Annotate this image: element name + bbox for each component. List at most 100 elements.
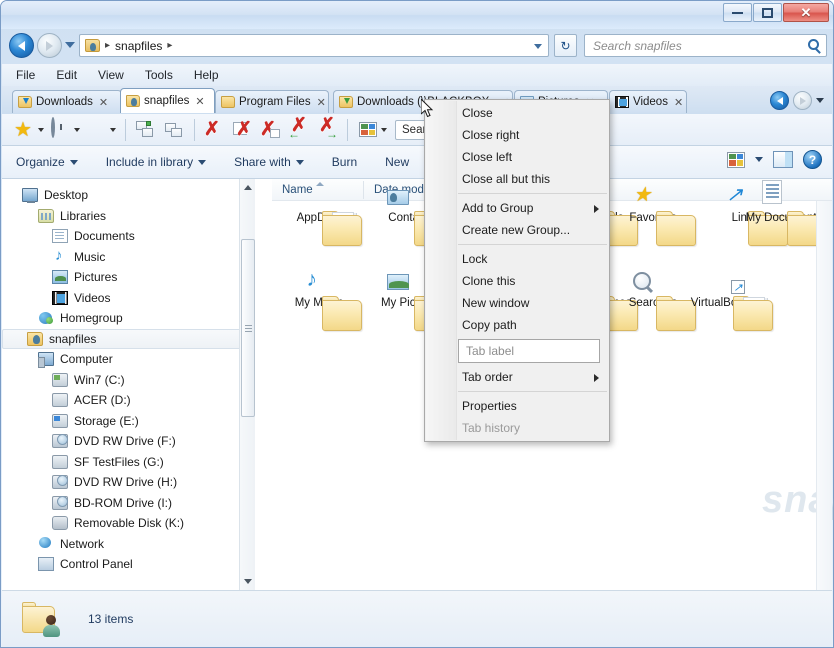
column-header-name[interactable]: Name bbox=[272, 180, 364, 199]
chevron-down-icon[interactable] bbox=[755, 157, 763, 162]
sidebar-item-homegroup[interactable]: Homegroup bbox=[14, 308, 255, 329]
close-right-tabs-button[interactable]: ✗ → bbox=[314, 115, 340, 141]
share-with-button[interactable]: Share with bbox=[234, 155, 304, 169]
maximize-button[interactable] bbox=[753, 3, 782, 22]
menu-item-close-right[interactable]: Close right bbox=[425, 124, 609, 146]
breadcrumb-separator-2[interactable]: ▸ bbox=[167, 40, 172, 51]
menu-item-close-left[interactable]: Close left bbox=[425, 146, 609, 168]
menu-edit[interactable]: Edit bbox=[56, 68, 77, 82]
menu-item-tab-order[interactable]: Tab order bbox=[425, 366, 609, 388]
preview-pane-icon[interactable] bbox=[773, 151, 793, 168]
scroll-down-arrow-icon[interactable] bbox=[240, 573, 255, 590]
back-button[interactable] bbox=[9, 33, 34, 58]
clone-tab-button[interactable] bbox=[161, 119, 187, 141]
minimize-button[interactable] bbox=[723, 3, 752, 22]
sidebar-item-dvd-rw-f[interactable]: DVD RW Drive (F:) bbox=[14, 431, 255, 452]
menu-item-copy-path[interactable]: Copy path bbox=[425, 314, 609, 336]
menu-item-new-window[interactable]: New window bbox=[425, 292, 609, 314]
file-pane-scrollbar[interactable] bbox=[816, 201, 832, 590]
menu-item-add-to-group[interactable]: Add to Group bbox=[425, 197, 609, 219]
sidebar-item-music[interactable]: Music bbox=[14, 247, 255, 268]
menu-view[interactable]: View bbox=[98, 68, 124, 82]
menu-tools[interactable]: Tools bbox=[145, 68, 173, 82]
chevron-down-icon[interactable] bbox=[110, 127, 116, 132]
menu-file[interactable]: File bbox=[16, 68, 35, 82]
sidebar-item-bd-rom-i[interactable]: BD-ROM Drive (I:) bbox=[14, 493, 255, 514]
organize-button[interactable]: Organize bbox=[16, 155, 78, 169]
tab-close-icon[interactable]: ✕ bbox=[195, 95, 204, 108]
chevron-down-icon[interactable] bbox=[381, 127, 387, 132]
favorites-button[interactable]: ★ bbox=[12, 119, 46, 141]
tab-label-input[interactable]: Tab label bbox=[458, 339, 600, 363]
sidebar-item-pictures[interactable]: Pictures bbox=[14, 267, 255, 288]
sidebar-item-computer[interactable]: Computer bbox=[14, 349, 255, 370]
refresh-button[interactable]: ↻ bbox=[554, 34, 577, 57]
menu-item-clone-this[interactable]: Clone this bbox=[425, 270, 609, 292]
close-left-tabs-button[interactable]: ✗ ← bbox=[286, 115, 312, 141]
sidebar-scrollbar[interactable] bbox=[239, 179, 255, 590]
tab-downloads[interactable]: Downloads ✕ bbox=[12, 90, 122, 113]
close-tab-button[interactable]: ✗ bbox=[202, 119, 228, 141]
hard-drive-icon bbox=[52, 372, 68, 387]
tab-close-icon[interactable]: ✕ bbox=[317, 96, 326, 109]
sidebar-item-removable-disk-k[interactable]: Removable Disk (K:) bbox=[14, 513, 255, 534]
help-icon[interactable]: ? bbox=[803, 150, 822, 169]
file-item-virtualbox-vms[interactable]: ↗ VirtualBox VMs bbox=[684, 280, 776, 331]
tab-close-icon[interactable]: ✕ bbox=[674, 96, 683, 109]
tab-list-chevron-icon[interactable] bbox=[816, 98, 824, 103]
burn-button[interactable]: Burn bbox=[332, 155, 357, 169]
forward-button[interactable] bbox=[37, 33, 62, 58]
sidebar-item-videos[interactable]: Videos bbox=[14, 288, 255, 309]
address-dropdown-icon[interactable] bbox=[534, 44, 542, 49]
scrollbar-thumb[interactable] bbox=[241, 239, 255, 417]
sidebar-item-acer-d[interactable]: ACER (D:) bbox=[14, 390, 255, 411]
close-other-tabs-button[interactable]: ✗ bbox=[258, 119, 284, 141]
recent-locations-chevron-icon[interactable] bbox=[65, 42, 75, 48]
sidebar-item-win7-c[interactable]: Win7 (C:) bbox=[14, 370, 255, 391]
change-view-icon[interactable] bbox=[727, 151, 745, 168]
chevron-down-icon[interactable] bbox=[38, 127, 44, 132]
sidebar-item-desktop[interactable]: Desktop bbox=[14, 185, 255, 206]
tab-snapfiles[interactable]: snapfiles ✕ bbox=[120, 88, 215, 113]
file-item-appdata[interactable]: AppData bbox=[273, 209, 365, 246]
new-tab-button[interactable] bbox=[133, 119, 159, 141]
tab-videos[interactable]: Videos ✕ bbox=[609, 90, 687, 113]
history-button[interactable] bbox=[48, 116, 82, 141]
menu-item-properties[interactable]: Properties bbox=[425, 395, 609, 417]
share-with-label: Share with bbox=[234, 155, 291, 169]
sidebar-item-documents[interactable]: Documents bbox=[14, 226, 255, 247]
menu-item-close[interactable]: Close bbox=[425, 102, 609, 124]
windows-menu-button[interactable] bbox=[84, 119, 118, 141]
file-item-my-music[interactable]: ♪ My Music bbox=[273, 269, 365, 331]
menu-help[interactable]: Help bbox=[194, 68, 219, 82]
sidebar-item-storage-e[interactable]: Storage (E:) bbox=[14, 411, 255, 432]
include-in-library-button[interactable]: Include in library bbox=[106, 155, 207, 169]
sidebar-item-sf-testfiles-g[interactable]: SF TestFiles (G:) bbox=[14, 452, 255, 473]
close-button[interactable]: ✕ bbox=[783, 3, 829, 22]
breadcrumb-snapfiles[interactable]: snapfiles bbox=[115, 39, 162, 53]
sidebar-item-dvd-rw-h[interactable]: DVD RW Drive (H:) bbox=[14, 472, 255, 493]
sidebar-item-snapfiles[interactable]: snapfiles bbox=[2, 328, 252, 349]
new-folder-button[interactable]: New bbox=[385, 155, 409, 169]
sidebar-item-control-panel[interactable]: Control Panel bbox=[14, 554, 255, 575]
search-input[interactable]: Search snapfiles bbox=[593, 39, 682, 53]
sidebar-item-libraries[interactable]: Libraries bbox=[14, 206, 255, 227]
sidebar-item-network[interactable]: Network bbox=[14, 534, 255, 555]
drive-storage-icon bbox=[52, 413, 68, 428]
command-bar: Organize Include in library Share with B… bbox=[2, 146, 832, 179]
file-item-favorites[interactable]: ★ Favorites bbox=[607, 185, 699, 246]
tab-program-files[interactable]: Program Files ✕ bbox=[215, 90, 329, 113]
menu-item-lock[interactable]: Lock bbox=[425, 248, 609, 270]
scroll-up-arrow-icon[interactable] bbox=[240, 179, 255, 196]
search-box[interactable]: Search snapfiles bbox=[584, 34, 827, 57]
tab-forward-button[interactable] bbox=[793, 91, 812, 110]
desktop-icon bbox=[22, 188, 38, 204]
tab-close-icon[interactable]: ✕ bbox=[99, 96, 108, 109]
address-bar[interactable]: ▸ snapfiles ▸ bbox=[79, 34, 549, 57]
view-options-button[interactable] bbox=[355, 119, 389, 141]
chevron-down-icon[interactable] bbox=[74, 127, 80, 132]
tab-back-button[interactable] bbox=[770, 91, 789, 110]
menu-item-close-all-but-this[interactable]: Close all but this bbox=[425, 168, 609, 190]
close-all-but-this-button[interactable]: ✗ bbox=[230, 119, 256, 141]
menu-item-create-new-group[interactable]: Create new Group... bbox=[425, 219, 609, 241]
